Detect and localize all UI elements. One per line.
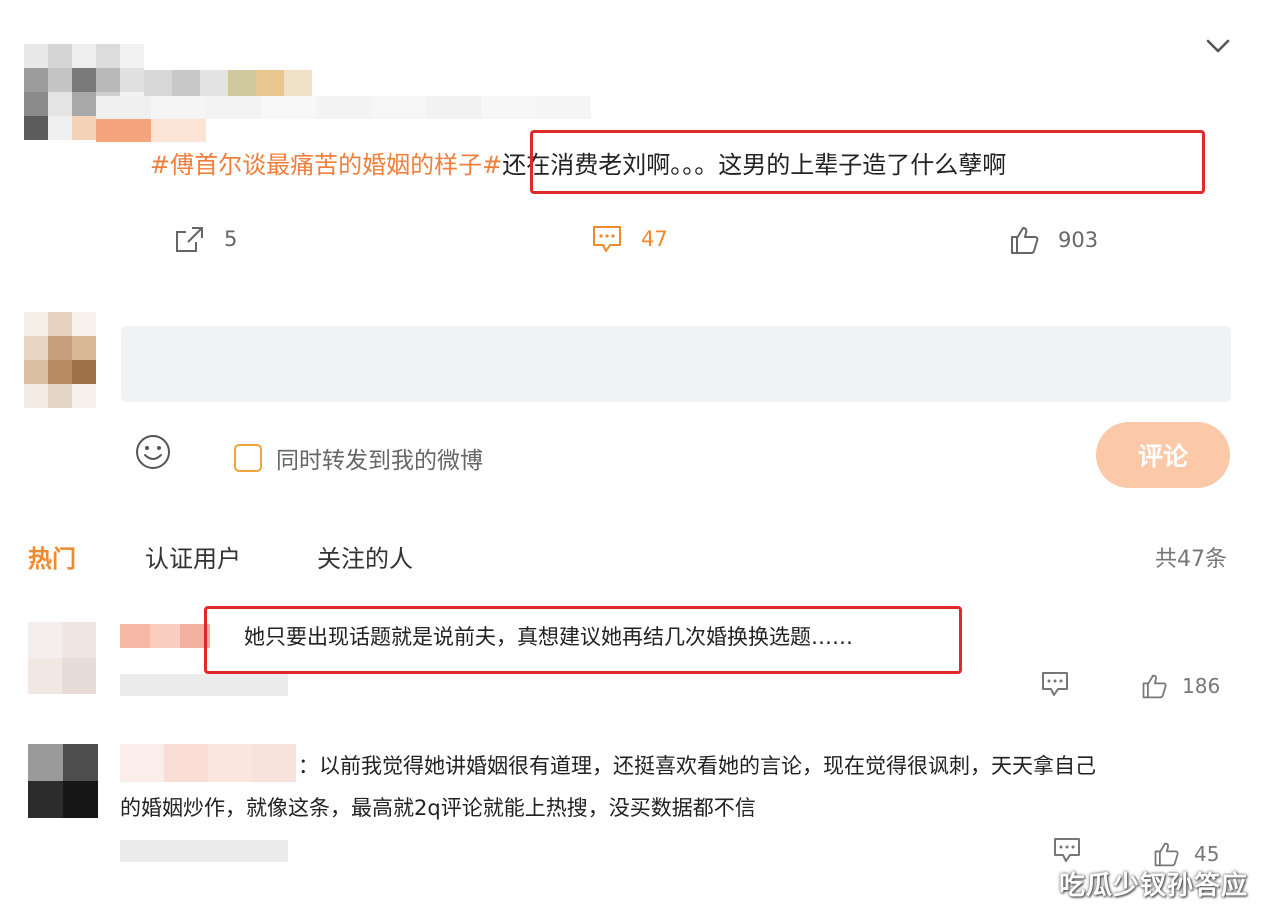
repost-checkbox[interactable] — [234, 444, 262, 472]
watermark: 吃瓜少钗孙答应 — [1058, 871, 1248, 901]
comment-total: 共47条 — [1155, 547, 1227, 572]
thumbs-up-icon — [1011, 227, 1039, 254]
share-button[interactable]: 5 — [174, 224, 237, 254]
comment-text-line-1: ：以前我觉得她讲婚姻很有道理，还挺喜欢看她的言论，现在觉得很讽刺，天天拿自己 — [298, 754, 1096, 778]
share-count: 5 — [224, 227, 238, 251]
commenter-name[interactable] — [120, 744, 296, 782]
emoji-icon[interactable] — [134, 433, 172, 471]
share-icon — [176, 227, 203, 252]
repost-label: 同时转发到我的微博 — [276, 448, 483, 474]
comment-icon — [1054, 838, 1080, 862]
author-name[interactable] — [144, 70, 312, 96]
comment-like-button[interactable]: 45 — [1152, 840, 1219, 868]
like-count: 903 — [1058, 228, 1099, 252]
submit-comment-button[interactable]: 评论 — [1096, 422, 1230, 488]
repost-option[interactable]: 同时转发到我的微博 — [234, 441, 483, 475]
comment-icon — [593, 226, 621, 252]
comment-meta — [120, 674, 288, 696]
tab-following[interactable]: 关注的人 — [317, 539, 413, 574]
highlight-box-comment — [204, 606, 962, 674]
comment-like-count: 45 — [1194, 842, 1220, 866]
comment-input[interactable] — [121, 326, 1231, 402]
commenter-avatar[interactable] — [28, 744, 98, 818]
comment-like-button[interactable]: 186 — [1140, 672, 1220, 700]
commenter-name[interactable] — [120, 624, 210, 648]
thumbs-up-icon — [1142, 674, 1167, 699]
post-hashtag[interactable]: #傅首尔谈最痛苦的婚姻的样子# — [150, 151, 502, 179]
tab-verified-users[interactable]: 认证用户 — [145, 539, 241, 574]
reply-button[interactable] — [1052, 836, 1082, 864]
tab-hot[interactable]: 热门 — [28, 539, 76, 574]
thumbs-up-icon — [1154, 842, 1179, 867]
like-button[interactable]: 903 — [1008, 224, 1098, 256]
comment-meta — [120, 840, 288, 862]
chevron-down-icon[interactable] — [1200, 30, 1236, 62]
comment-icon — [1042, 672, 1068, 696]
reply-button[interactable] — [1040, 670, 1070, 698]
my-avatar[interactable] — [24, 312, 96, 408]
comment-like-count: 186 — [1182, 674, 1221, 698]
comment-button[interactable]: 47 — [591, 224, 668, 254]
comment-count: 47 — [641, 227, 668, 251]
comment-text-line-2: 的婚姻炒作，就像这条，最高就2q评论就能上热搜，没买数据都不信 — [120, 796, 756, 820]
commenter-avatar[interactable] — [28, 622, 96, 694]
highlight-box-post — [530, 130, 1205, 194]
